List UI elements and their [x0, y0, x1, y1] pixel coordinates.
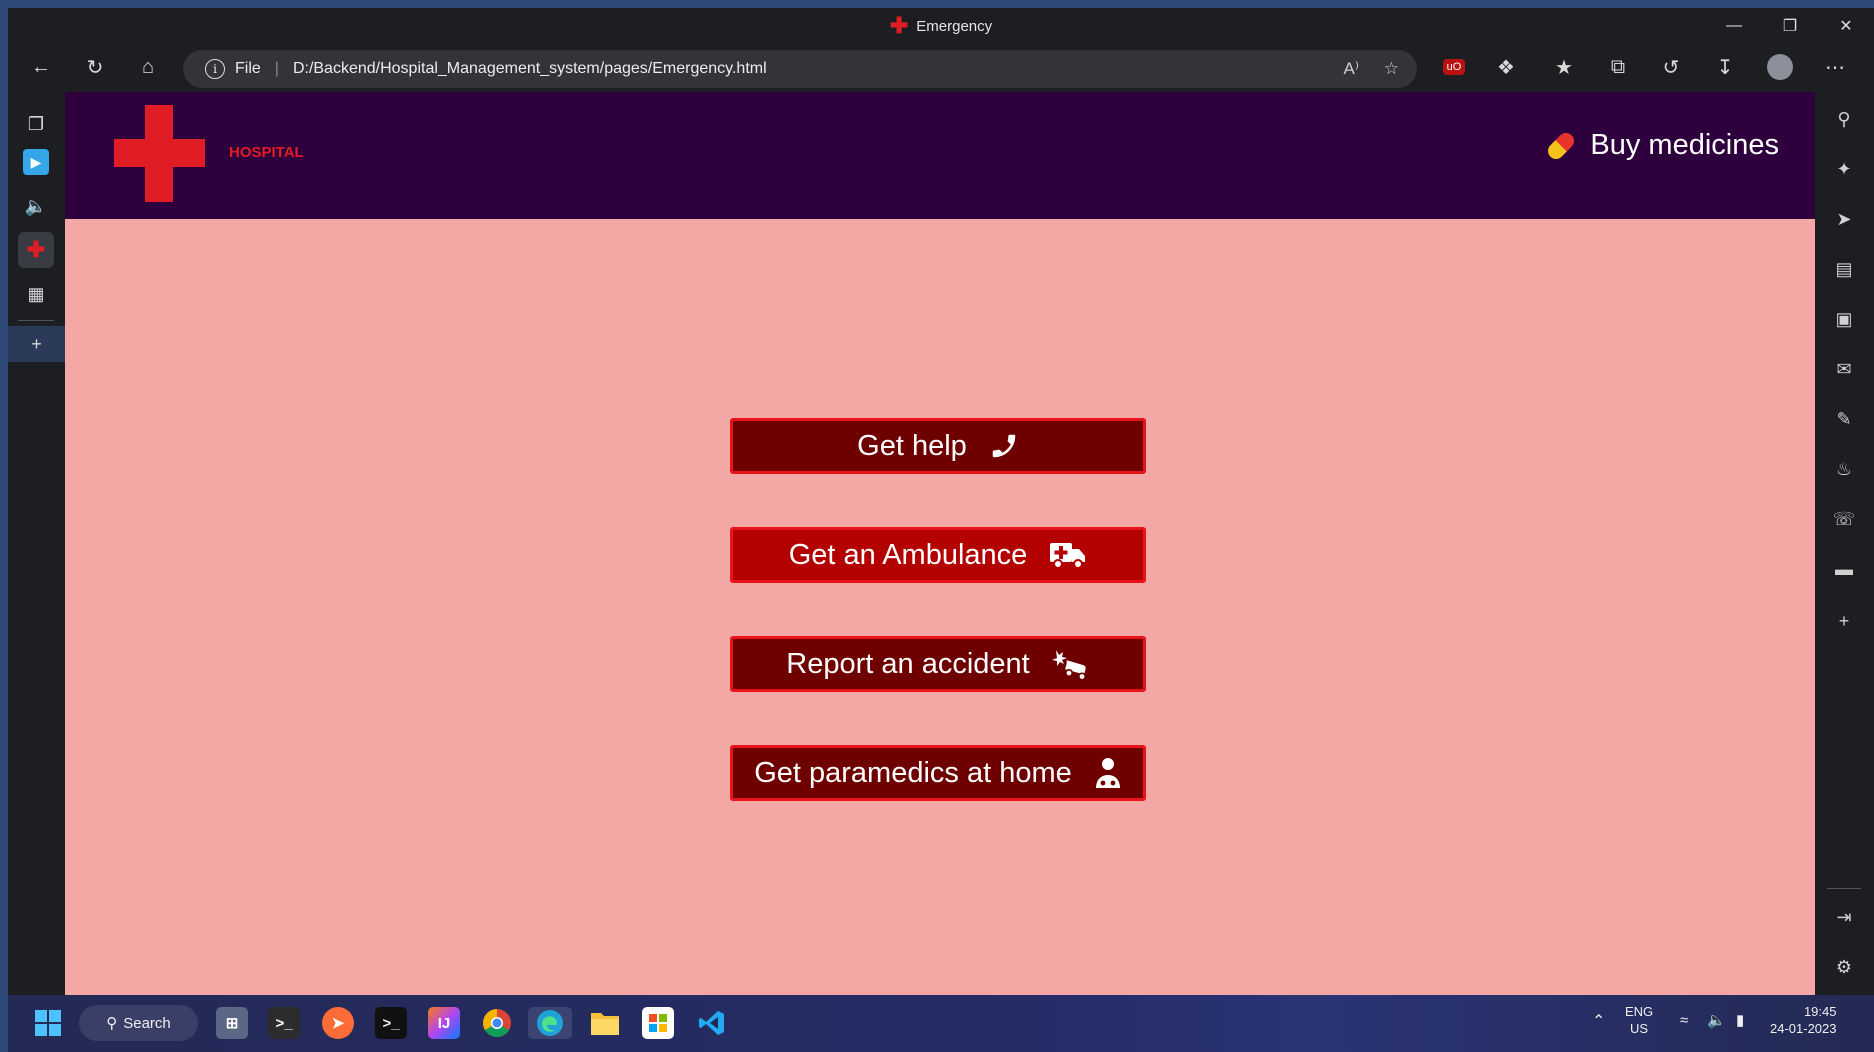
info-icon[interactable]: i: [205, 59, 225, 79]
drop-edit-icon[interactable]: ✎: [1827, 402, 1861, 436]
get-help-label: Get help: [857, 429, 967, 462]
wifi-icon[interactable]: ≈: [1680, 1012, 1688, 1029]
sidebar-divider: [1827, 888, 1861, 889]
windows-start-icon[interactable]: [32, 1007, 64, 1039]
history-icon[interactable]: ↺: [1654, 50, 1688, 84]
tabs-divider: [18, 320, 54, 321]
scheme-label: File: [235, 60, 261, 77]
minimize-button[interactable]: —: [1706, 8, 1762, 44]
search-icon[interactable]: ⚲: [1827, 102, 1861, 136]
postman-icon[interactable]: ➤: [322, 1007, 354, 1039]
address-separator: |: [274, 60, 279, 77]
file-explorer-icon[interactable]: [589, 1007, 621, 1039]
console-icon[interactable]: >_: [375, 1007, 407, 1039]
hospital-cross-logo-icon[interactable]: [114, 105, 205, 202]
collections-icon[interactable]: ⧉: [1601, 50, 1635, 84]
get-help-button[interactable]: Get help: [730, 418, 1146, 474]
edge-icon[interactable]: [528, 1007, 572, 1039]
tab-calendar-icon[interactable]: ▦: [18, 276, 54, 312]
car-crash-icon: [1051, 648, 1090, 680]
pill-icon: [1545, 129, 1578, 162]
more-menu-icon[interactable]: ⋯: [1818, 50, 1852, 84]
restore-button[interactable]: ❐: [1762, 8, 1818, 44]
tools-briefcase-icon[interactable]: ▤: [1827, 252, 1861, 286]
extensions-puzzle-icon[interactable]: ❖: [1489, 50, 1523, 84]
taskbar-search-button[interactable]: ⚲ Search: [79, 1005, 198, 1041]
language-code: ENG: [1625, 1004, 1654, 1019]
vscode-icon[interactable]: [696, 1007, 728, 1039]
buy-medicines-link[interactable]: Buy medicines: [1545, 129, 1779, 162]
phone-icon: [989, 431, 1019, 461]
microsoft-store-icon[interactable]: [642, 1007, 674, 1039]
web-page: HOSPITAL Buy medicines Get help Get an A…: [65, 92, 1815, 995]
region-code: US: [1630, 1021, 1649, 1036]
whatsapp-icon[interactable]: ☏: [1827, 502, 1861, 536]
get-ambulance-label: Get an Ambulance: [788, 538, 1028, 571]
tab-speaker-icon[interactable]: 🔈: [18, 188, 54, 224]
edge-sidebar: ⚲ ✦ ➤ ▤ ▣ ✉ ✎ ♨ ☏ ▬ + ⇥ ⚙: [1815, 92, 1874, 995]
battery-icon[interactable]: ▮: [1736, 1012, 1744, 1029]
taskbar-search-label: Search: [123, 1014, 171, 1032]
clock-time: 19:45: [1803, 1004, 1837, 1019]
office-icon[interactable]: ▣: [1827, 302, 1861, 336]
site-header: HOSPITAL Buy medicines: [65, 92, 1815, 219]
report-accident-label: Report an accident: [786, 647, 1030, 680]
home-icon[interactable]: ⌂: [131, 50, 165, 84]
taskbar: ⚲ Search ⊞ >_ ➤ >_ IJ ⌃ ENG US ≈ 🔈 ▮ 19:…: [8, 995, 1874, 1052]
intellij-icon[interactable]: IJ: [428, 1007, 460, 1039]
extension-shield-icon[interactable]: uO: [1437, 50, 1471, 84]
terminal-icon[interactable]: >_: [268, 1007, 300, 1039]
vertical-tabs: ❐ ▶ 🔈 ✚ ▦ +: [8, 92, 65, 995]
ambulance-icon: [1049, 540, 1087, 570]
show-hidden-icons-chevron-icon[interactable]: ⌃: [1592, 1013, 1605, 1030]
settings-gear-icon[interactable]: ⚙: [1827, 950, 1861, 984]
get-ambulance-button[interactable]: Get an Ambulance: [730, 527, 1146, 583]
brand-name[interactable]: HOSPITAL: [229, 144, 304, 161]
profile-avatar[interactable]: [1763, 50, 1797, 84]
copilot-sparkle-icon[interactable]: ✦: [1827, 152, 1861, 186]
doctor-icon: [1094, 757, 1122, 789]
search-icon: ⚲: [106, 1015, 118, 1032]
close-button[interactable]: ✕: [1818, 8, 1874, 44]
title-bar: ✚ Emergency: [8, 8, 1874, 44]
bell-icon[interactable]: ♨: [1827, 452, 1861, 486]
clock[interactable]: 19:45 24-01-2023: [1770, 1003, 1837, 1037]
outlook-icon[interactable]: ✉: [1827, 352, 1861, 386]
volume-icon[interactable]: 🔈: [1707, 1012, 1726, 1029]
window-title: Emergency: [916, 17, 993, 35]
shopping-tag-icon[interactable]: ➤: [1827, 202, 1861, 236]
buy-medicines-label: Buy medicines: [1590, 129, 1779, 161]
back-arrow-icon[interactable]: ←: [24, 50, 58, 84]
chrome-icon[interactable]: [481, 1007, 513, 1039]
tab-actions-icon[interactable]: ❐: [18, 106, 54, 142]
clock-date: 24-01-2023: [1770, 1021, 1837, 1036]
hide-sidebar-icon[interactable]: ⇥: [1827, 900, 1861, 934]
tab-emergency-cross-icon[interactable]: ✚: [18, 232, 54, 268]
language-indicator[interactable]: ENG US: [1625, 1003, 1653, 1037]
downloads-icon[interactable]: ↧: [1708, 50, 1742, 84]
paramedics-home-label: Get paramedics at home: [754, 756, 1072, 789]
window-controls: — ❐ ✕: [1706, 8, 1874, 44]
tab-favicon-cross-icon: ✚: [889, 13, 909, 38]
youtube-icon[interactable]: ▬: [1827, 552, 1861, 586]
report-accident-button[interactable]: Report an accident: [730, 636, 1146, 692]
url-text[interactable]: D:/Backend/Hospital_Management_system/pa…: [293, 60, 767, 78]
favorites-icon[interactable]: ★: [1547, 50, 1581, 84]
address-bar[interactable]: i File | D:/Backend/Hospital_Management_…: [183, 50, 1417, 88]
refresh-icon[interactable]: ↻: [78, 50, 112, 84]
paramedics-home-button[interactable]: Get paramedics at home: [730, 745, 1146, 801]
calculator-icon[interactable]: ⊞: [216, 1007, 248, 1039]
add-sidebar-app-icon[interactable]: +: [1827, 604, 1861, 638]
new-tab-plus-icon[interactable]: +: [8, 326, 65, 362]
add-favorite-icon[interactable]: ☆: [1384, 59, 1399, 79]
tab-media-player-icon[interactable]: ▶: [18, 144, 54, 180]
read-aloud-icon[interactable]: A⁾: [1343, 59, 1359, 79]
